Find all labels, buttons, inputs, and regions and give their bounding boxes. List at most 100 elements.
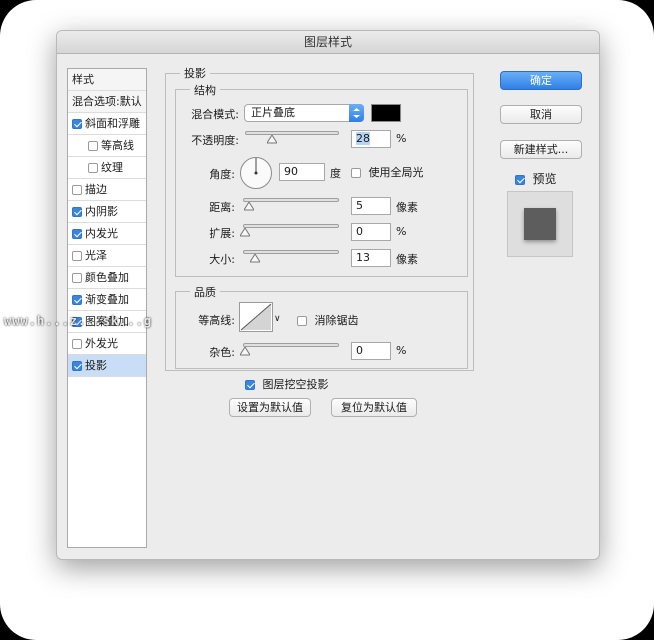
style-item-label: 外发光	[85, 337, 118, 350]
opacity-slider[interactable]	[245, 131, 339, 135]
style-item[interactable]: 渐变叠加	[68, 289, 146, 311]
style-item-label: 纹理	[101, 161, 123, 174]
knockout-label: 图层挖空投影	[262, 378, 329, 391]
new-style-button[interactable]: 新建样式...	[500, 140, 582, 159]
knockout-checkbox[interactable]: 图层挖空投影	[245, 376, 329, 392]
style-item-label: 内发光	[85, 227, 118, 240]
anti-alias-label: 消除锯齿	[314, 314, 359, 327]
noise-value: 0	[356, 344, 363, 357]
distance-unit: 像素	[396, 201, 418, 214]
dialog-title: 图层样式	[57, 31, 599, 54]
anti-alias-checkbox[interactable]: 消除锯齿	[297, 312, 359, 328]
spread-input[interactable]: 0	[351, 223, 391, 241]
angle-input[interactable]: 90	[279, 163, 325, 181]
style-item[interactable]: 投影	[68, 355, 146, 377]
style-item-label: 斜面和浮雕	[85, 117, 140, 130]
style-item-checkbox[interactable]	[72, 185, 82, 195]
contour-label: 等高线:	[198, 314, 235, 327]
preview-swatch	[524, 208, 556, 240]
angle-dial[interactable]	[239, 156, 273, 190]
style-item[interactable]: 斜面和浮雕	[68, 113, 146, 135]
reset-default-button[interactable]: 复位为默认值	[331, 398, 417, 417]
size-slider-thumb[interactable]	[250, 254, 260, 263]
contour-dropdown-icon[interactable]: ∨	[274, 314, 281, 324]
contour-picker[interactable]	[239, 302, 273, 332]
global-light-checkbox[interactable]: 使用全局光	[351, 164, 424, 180]
style-item-checkbox[interactable]	[72, 295, 82, 305]
angle-value: 90	[284, 165, 298, 178]
noise-unit: %	[396, 344, 407, 357]
size-value: 13	[356, 251, 370, 264]
make-default-button[interactable]: 设置为默认值	[229, 398, 311, 417]
style-item[interactable]: 内阴影	[68, 201, 146, 223]
knockout-check-icon[interactable]	[245, 380, 255, 390]
style-item[interactable]: 颜色叠加	[68, 267, 146, 289]
noise-slider-thumb[interactable]	[240, 347, 250, 356]
style-item-checkbox[interactable]	[72, 339, 82, 349]
styles-header[interactable]: 样式	[68, 69, 146, 91]
anti-alias-check-icon[interactable]	[297, 316, 307, 326]
layer-style-dialog: 图层样式 样式 混合选项:默认 斜面和浮雕等高线纹理描边内阴影内发光光泽颜色叠加…	[56, 30, 600, 560]
style-item-label: 描边	[85, 183, 107, 196]
style-item-checkbox[interactable]	[88, 163, 98, 173]
style-item-checkbox[interactable]	[88, 141, 98, 151]
size-unit: 像素	[396, 253, 418, 266]
noise-label: 杂色:	[209, 346, 235, 359]
style-item[interactable]: 内发光	[68, 223, 146, 245]
style-item-label: 内阴影	[85, 205, 118, 218]
watermark-text: www.h...z...sk...g	[4, 314, 153, 328]
styles-list: 样式 混合选项:默认 斜面和浮雕 等高线 纹理 描边 内阴影 内发光 光泽 颜色叠加 渐变叠加图…	[67, 68, 147, 548]
spread-slider-thumb[interactable]	[240, 228, 250, 237]
style-item-checkbox[interactable]	[72, 119, 82, 129]
spread-slider[interactable]	[243, 224, 339, 228]
drop-shadow-title: 投影	[180, 65, 210, 81]
blend-mode-select[interactable]: 正片叠底	[244, 104, 364, 122]
style-item-checkbox[interactable]	[72, 361, 82, 371]
style-item-label: 颜色叠加	[85, 271, 129, 284]
style-item[interactable]: 等高线	[68, 135, 146, 157]
spread-unit: %	[396, 225, 407, 238]
preview-checkbox[interactable]: 预览	[515, 170, 557, 187]
opacity-input[interactable]: 28	[351, 130, 391, 148]
ok-button[interactable]: 确定	[500, 71, 582, 90]
style-item[interactable]: 描边	[68, 179, 146, 201]
blend-mode-value: 正片叠底	[251, 106, 295, 119]
spread-value: 0	[356, 225, 363, 238]
shadow-color-swatch[interactable]	[371, 104, 401, 122]
opacity-value: 28	[356, 132, 370, 145]
angle-unit: 度	[330, 167, 341, 180]
style-item-checkbox[interactable]	[72, 229, 82, 239]
blend-options-item[interactable]: 混合选项:默认	[68, 91, 146, 113]
global-light-check-icon[interactable]	[351, 168, 361, 178]
style-item-checkbox[interactable]	[72, 273, 82, 283]
opacity-slider-thumb[interactable]	[267, 135, 277, 144]
quality-title: 品质	[190, 284, 220, 300]
distance-slider[interactable]	[243, 198, 339, 202]
style-item-checkbox[interactable]	[72, 207, 82, 217]
distance-slider-thumb[interactable]	[244, 202, 254, 211]
preview-label: 预览	[532, 172, 557, 186]
distance-label: 距离:	[209, 201, 235, 214]
preview-thumbnail	[507, 191, 573, 257]
blend-mode-label: 混合模式:	[191, 108, 239, 121]
preview-check-icon[interactable]	[515, 175, 525, 185]
noise-slider[interactable]	[243, 343, 339, 347]
cancel-button[interactable]: 取消	[500, 105, 582, 124]
style-item-label: 渐变叠加	[85, 293, 129, 306]
spread-label: 扩展:	[209, 227, 235, 240]
opacity-unit: %	[396, 132, 407, 145]
opacity-label: 不透明度:	[191, 134, 239, 147]
style-item[interactable]: 纹理	[68, 157, 146, 179]
style-item-label: 投影	[85, 359, 107, 372]
distance-input[interactable]: 5	[351, 197, 391, 215]
style-item-checkbox[interactable]	[72, 251, 82, 261]
distance-value: 5	[356, 199, 363, 212]
select-arrows-icon	[349, 104, 364, 122]
size-input[interactable]: 13	[351, 249, 391, 267]
style-item-label: 等高线	[101, 139, 134, 152]
style-item[interactable]: 外发光	[68, 333, 146, 355]
noise-input[interactable]: 0	[351, 342, 391, 360]
structure-title: 结构	[190, 82, 220, 98]
style-item[interactable]: 光泽	[68, 245, 146, 267]
size-label: 大小:	[209, 253, 235, 266]
